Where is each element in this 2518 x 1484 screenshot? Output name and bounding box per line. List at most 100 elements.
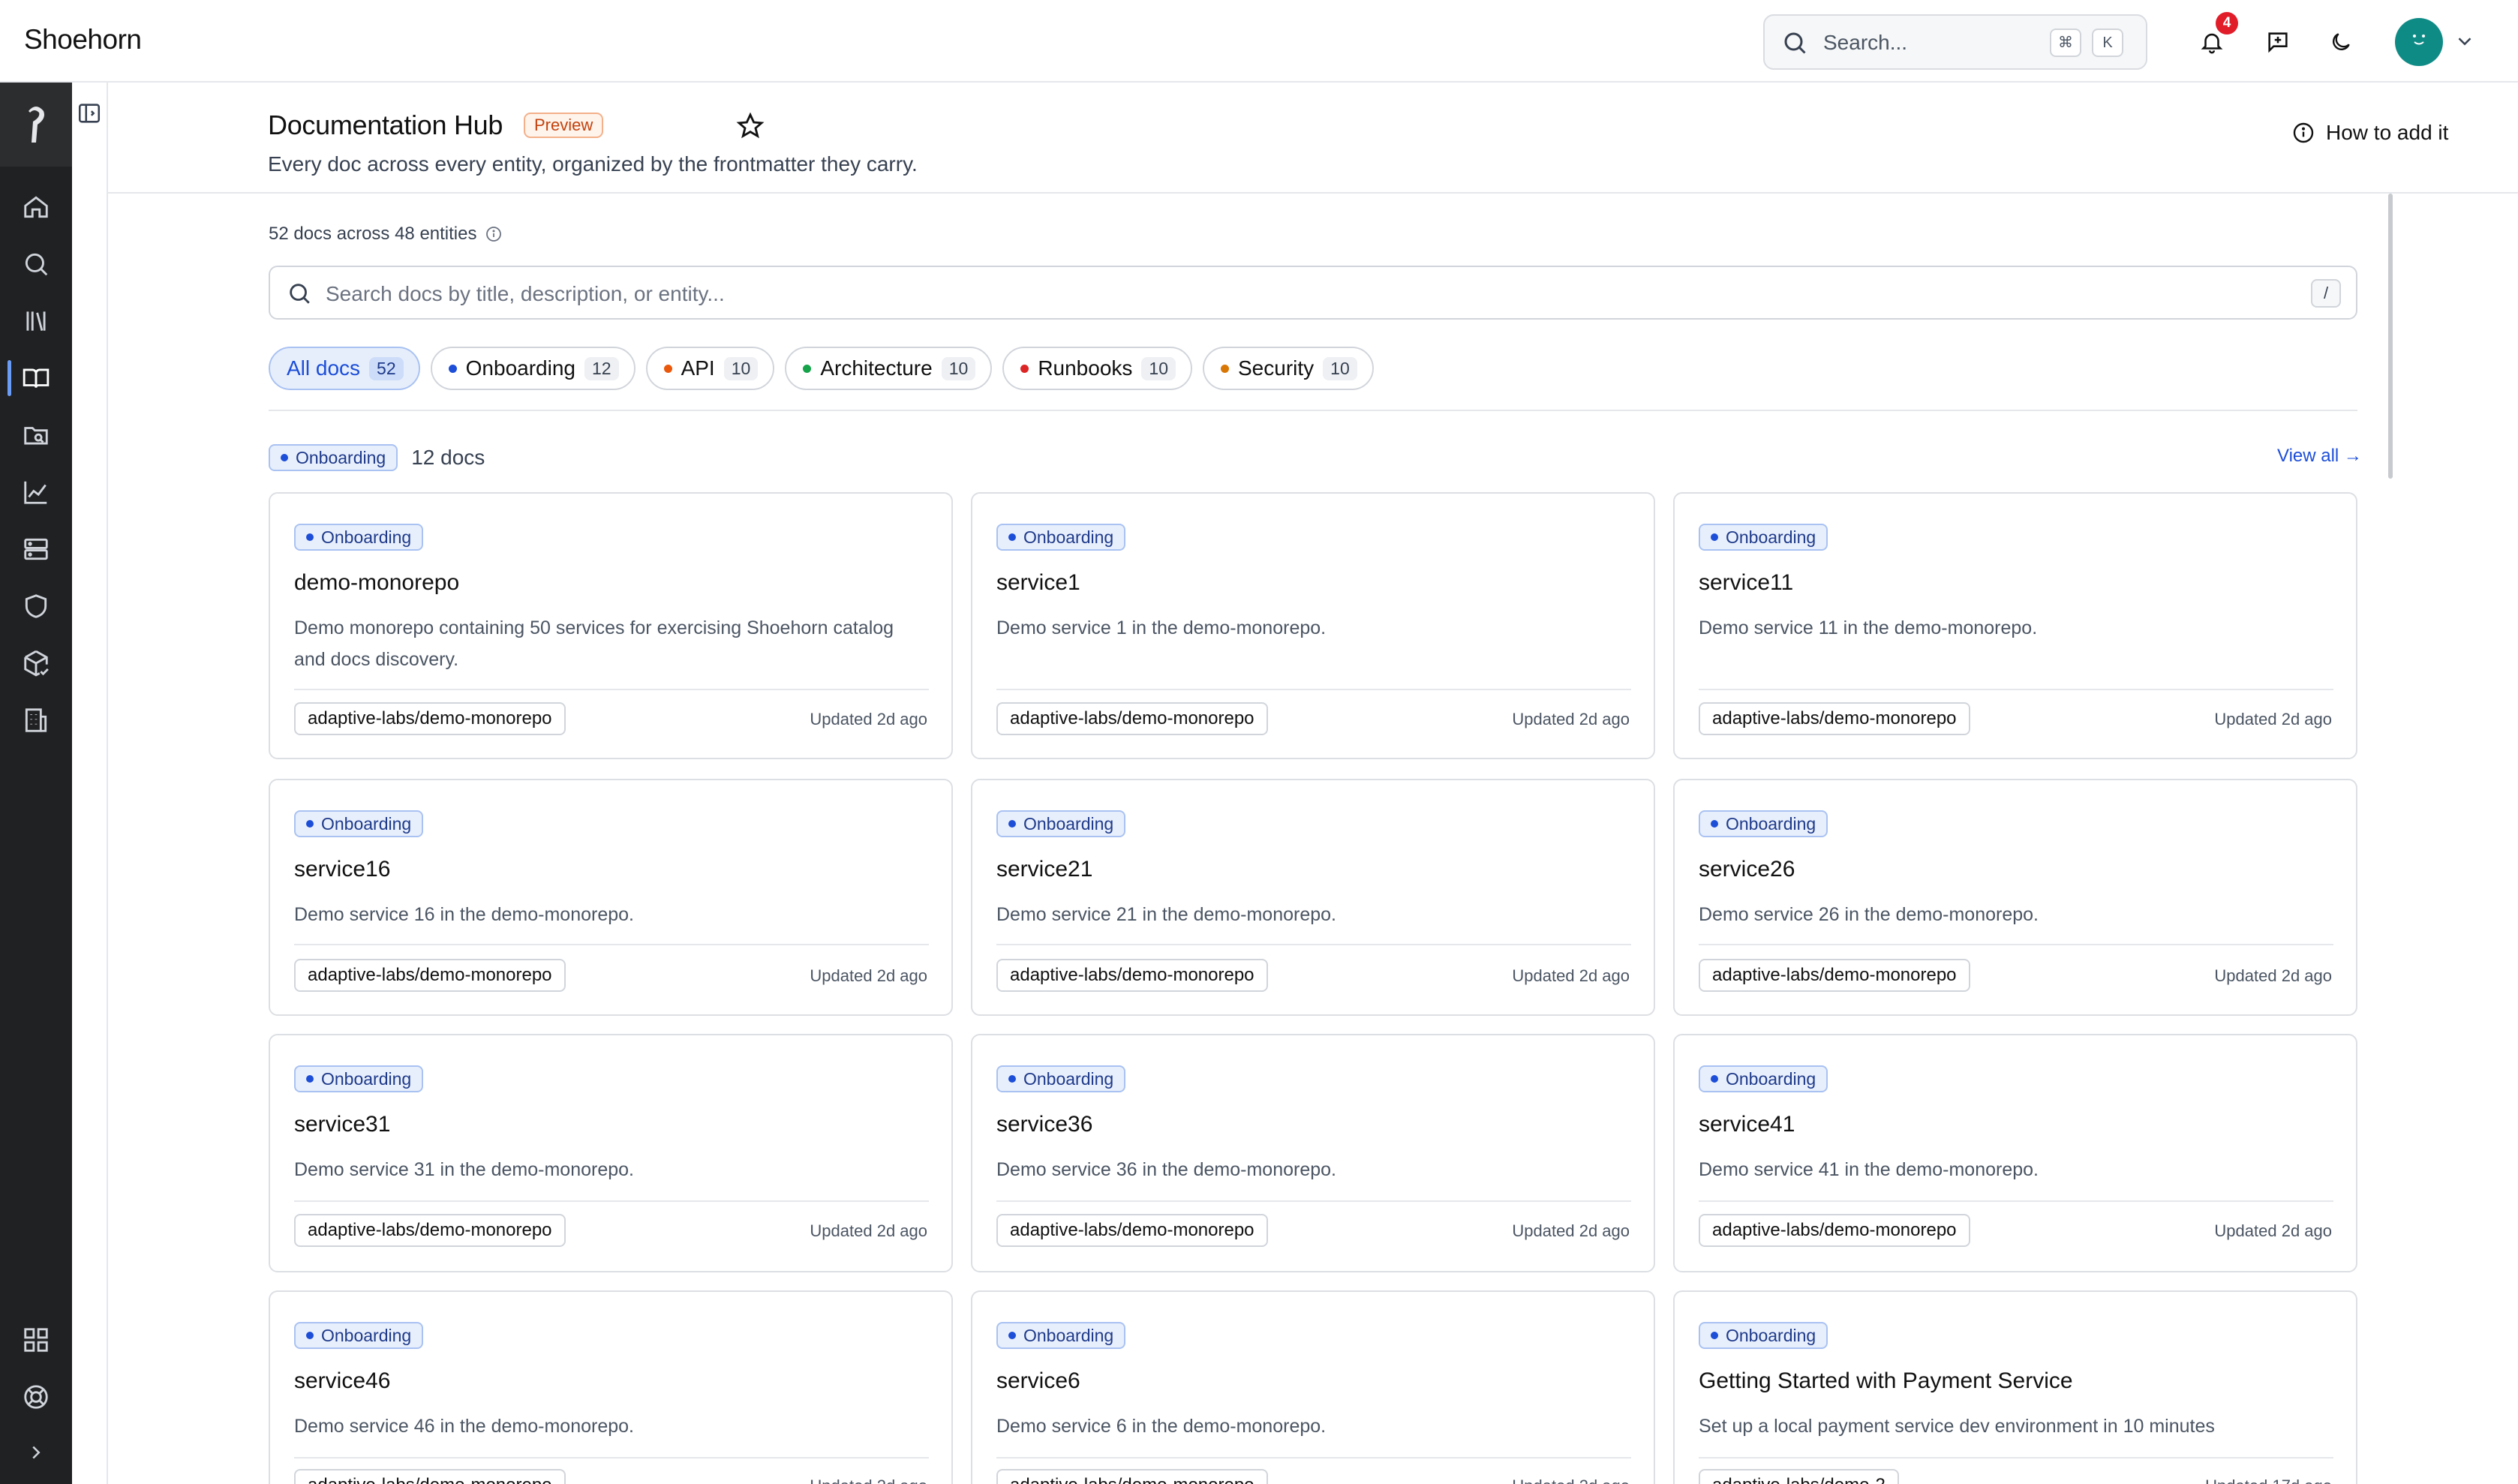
doc-card-updated: Updated 2d ago	[2214, 966, 2332, 985]
nav-apps[interactable]	[18, 1322, 54, 1358]
shortcut-cmd-key: ⌘	[2050, 29, 2081, 57]
feedback-button[interactable]	[2257, 21, 2299, 63]
doc-card[interactable]: Onboarding Getting Started with Payment …	[1673, 1290, 2357, 1484]
doc-card-repo[interactable]: adaptive-labs/demo-monorepo	[1699, 959, 1970, 992]
doc-card-repo[interactable]: adaptive-labs/demo-monorepo	[996, 959, 1268, 992]
category-dot	[1008, 533, 1016, 541]
chevron-down-icon[interactable]	[2453, 30, 2476, 53]
doc-card-updated: Updated 2d ago	[810, 966, 927, 985]
brand-name[interactable]: Shoehorn	[24, 24, 142, 56]
grid-icon	[24, 1328, 48, 1352]
line-chart-icon	[24, 481, 47, 504]
search-icon	[25, 253, 48, 276]
doc-card[interactable]: Onboarding service21 Demo service 21 in …	[971, 779, 1655, 1016]
content-scrollbar[interactable]	[2388, 194, 2393, 479]
library-icon	[26, 311, 46, 332]
doc-card-tag: Onboarding	[294, 1322, 424, 1349]
nav-analytics[interactable]	[18, 474, 54, 510]
doc-card-title: service26	[1699, 857, 1795, 882]
user-avatar[interactable]	[2395, 18, 2443, 66]
doc-card[interactable]: Onboarding service6 Demo service 6 in th…	[971, 1290, 1655, 1484]
nav-search[interactable]	[18, 246, 54, 282]
category-dot	[1711, 820, 1718, 828]
doc-card[interactable]: Onboarding service1 Demo service 1 in th…	[971, 492, 1655, 759]
nav-help[interactable]	[18, 1379, 54, 1415]
filter-chip-label: Security	[1238, 356, 1315, 380]
doc-card[interactable]: Onboarding service26 Demo service 26 in …	[1673, 779, 2357, 1016]
filter-chip-api[interactable]: API 10	[645, 347, 775, 390]
doc-card-repo[interactable]: adaptive-labs/demo-monorepo	[294, 1214, 566, 1247]
doc-card-tag: Onboarding	[996, 810, 1126, 837]
doc-card-tag: Onboarding	[1699, 810, 1828, 837]
home-icon	[24, 196, 48, 218]
filter-chip-onboarding[interactable]: Onboarding 12	[430, 347, 636, 390]
page-header: Documentation Hub Preview Every doc acro…	[108, 83, 2518, 194]
filter-chip-all[interactable]: All docs 52	[269, 347, 420, 390]
doc-card-divider	[996, 1457, 1631, 1458]
doc-card-description: Demo service 16 in the demo-monorepo.	[294, 904, 635, 925]
doc-card-repo[interactable]: adaptive-labs/demo-monorepo	[1699, 702, 1970, 735]
filter-chip-architecture[interactable]: Architecture 10	[785, 347, 993, 390]
section-header: Onboarding 12 docs	[269, 444, 485, 471]
category-dot	[803, 364, 812, 373]
doc-card-tag-label: Onboarding	[321, 813, 412, 834]
doc-card-repo[interactable]: adaptive-labs/demo-monorepo	[294, 1469, 566, 1484]
filter-chip-security[interactable]: Security 10	[1203, 347, 1374, 390]
doc-card-repo[interactable]: adaptive-labs/demo-monorepo	[294, 959, 566, 992]
preview-badge: Preview	[524, 113, 604, 138]
doc-card[interactable]: Onboarding service46 Demo service 46 in …	[269, 1290, 953, 1484]
doc-card-repo[interactable]: adaptive-labs/demo-monorepo	[1699, 1214, 1970, 1247]
doc-card[interactable]: Onboarding demo-monorepo Demo monorepo c…	[269, 492, 953, 759]
global-search-input[interactable]: Search... ⌘ K	[1763, 14, 2147, 70]
doc-card-divider	[996, 689, 1631, 690]
view-all-link[interactable]: View all →	[2277, 446, 2362, 467]
star-icon[interactable]	[735, 111, 765, 141]
nav-home[interactable]	[18, 189, 54, 225]
doc-card-description: Demo service 11 in the demo-monorepo.	[1699, 617, 2038, 638]
doc-card-divider	[1699, 944, 2333, 945]
doc-card-description: Demo monorepo containing 50 services for…	[294, 617, 894, 670]
filter-chip-count: 10	[1141, 356, 1176, 380]
doc-card-tag-label: Onboarding	[321, 1325, 412, 1345]
category-dot	[663, 364, 672, 373]
nav-library[interactable]	[18, 303, 54, 339]
doc-card-tag: Onboarding	[996, 524, 1126, 551]
doc-card-repo[interactable]: adaptive-labs/demo-monorepo	[996, 702, 1268, 735]
doc-count-text: 52 docs across 48 entities	[269, 224, 477, 244]
expand-rail-button[interactable]	[18, 1434, 54, 1470]
nav-folder-search[interactable]	[18, 417, 54, 453]
doc-card-repo[interactable]: adaptive-labs/demo-monorepo	[294, 702, 566, 735]
doc-card-repo[interactable]: adaptive-labs/demo-2	[1699, 1469, 1899, 1484]
top-bar: Shoehorn Search... ⌘ K 4	[0, 0, 2518, 83]
nav-packages[interactable]	[18, 645, 54, 681]
nav-docs[interactable]	[18, 360, 54, 396]
nav-servers[interactable]	[18, 531, 54, 567]
category-dot	[1020, 364, 1029, 373]
doc-card-tag: Onboarding	[1699, 1065, 1828, 1092]
nav-organization[interactable]	[18, 702, 54, 738]
doc-card[interactable]: Onboarding service16 Demo service 16 in …	[269, 779, 953, 1016]
doc-card-repo[interactable]: adaptive-labs/demo-monorepo	[996, 1214, 1268, 1247]
doc-card-tag-label: Onboarding	[321, 527, 412, 547]
panel-toggle-icon[interactable]	[77, 101, 102, 126]
doc-card[interactable]: Onboarding service36 Demo service 36 in …	[971, 1034, 1655, 1272]
how-to-add-button[interactable]: How to add it	[2291, 114, 2448, 152]
doc-card-tag: Onboarding	[294, 810, 424, 837]
doc-card-updated: Updated 17d ago	[2205, 1476, 2332, 1484]
doc-card[interactable]: Onboarding service11 Demo service 11 in …	[1673, 492, 2357, 759]
doc-card[interactable]: Onboarding service31 Demo service 31 in …	[269, 1034, 953, 1272]
doc-card-repo[interactable]: adaptive-labs/demo-monorepo	[996, 1469, 1268, 1484]
doc-search-input[interactable]: Search docs by title, description, or en…	[269, 266, 2357, 320]
doc-card[interactable]: Onboarding service41 Demo service 41 in …	[1673, 1034, 2357, 1272]
section-tag-label: Onboarding	[296, 447, 386, 467]
nav-security[interactable]	[18, 588, 54, 624]
filter-chip-count: 10	[1323, 356, 1357, 380]
category-dot	[281, 454, 288, 461]
theme-toggle-button[interactable]	[2320, 21, 2362, 63]
app-logo[interactable]	[0, 83, 72, 167]
category-dot	[306, 1332, 314, 1339]
filter-chip-runbooks[interactable]: Runbooks 10	[1002, 347, 1192, 390]
doc-card-description: Demo service 46 in the demo-monorepo.	[294, 1416, 635, 1437]
info-icon[interactable]	[485, 225, 503, 243]
doc-card-title: service41	[1699, 1112, 1795, 1137]
